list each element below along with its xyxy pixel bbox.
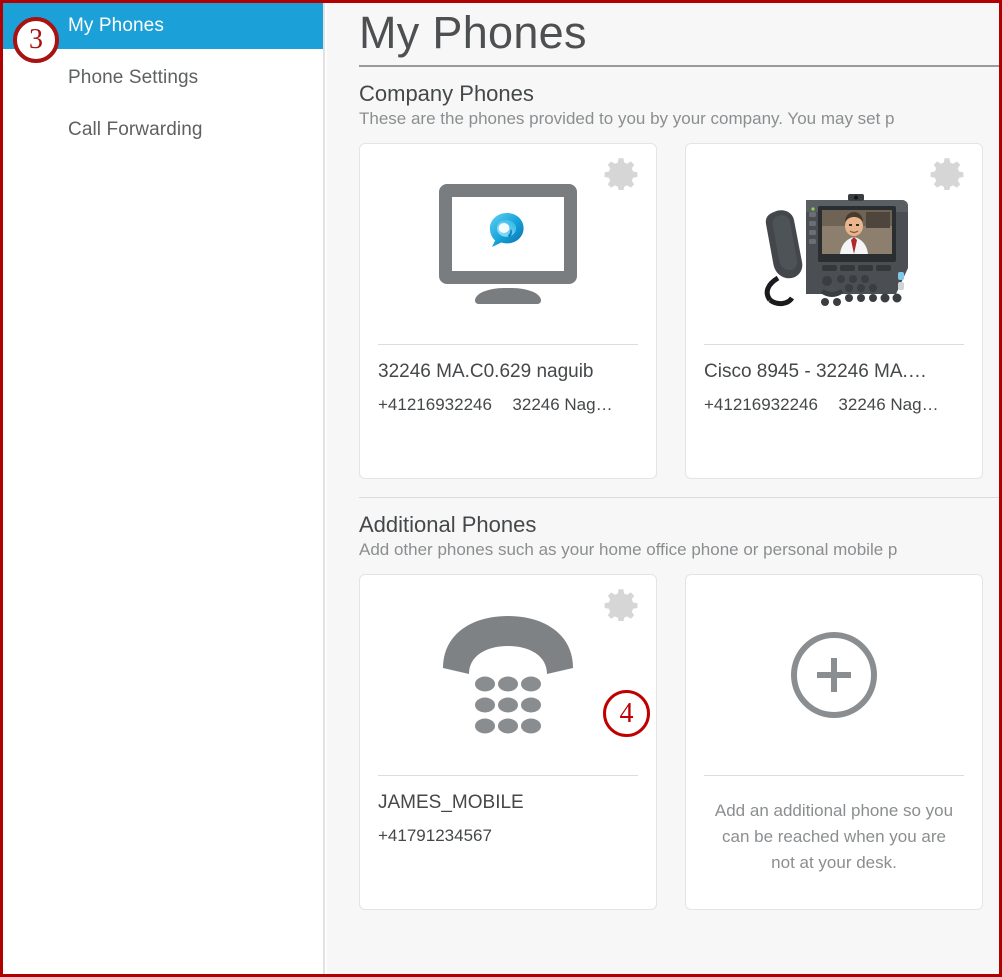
sidebar-item-call-forwarding[interactable]: Call Forwarding: [3, 107, 323, 153]
add-phone-card-text: Add an additional phone so you can be re…: [714, 800, 954, 873]
phone-card-softphone[interactable]: 32246 MA.C0.629 naguib +41216932246 3224…: [359, 142, 657, 479]
sidebar-item-phone-settings[interactable]: Phone Settings: [3, 55, 323, 101]
phone-number: +41216932246: [378, 394, 492, 414]
phone-extra: 32246 Nag…: [512, 394, 613, 414]
sidebar-item-label: Phone Settings: [68, 67, 199, 88]
card-divider: [378, 774, 638, 776]
gear-icon[interactable]: [930, 156, 964, 191]
main-content: My Phones Company Phones These are the p…: [327, 3, 999, 974]
app-window: My Phones Phone Settings Call Forwarding…: [0, 0, 1002, 977]
phone-card-subtitle: +41791234567: [378, 826, 638, 846]
card-divider: [378, 343, 638, 345]
phone-card-title: Cisco 8945 - 32246 MA.…: [704, 360, 927, 382]
card-divider: [704, 343, 964, 345]
sidebar-item-label: My Phones: [68, 15, 164, 36]
section-divider: [359, 496, 999, 498]
annotation-badge-3: 3: [13, 17, 59, 63]
additional-phones-card-row: JAMES_MOBILE +41791234567 Add an additio…: [359, 573, 999, 910]
jabber-logo-icon: [485, 209, 531, 255]
additional-phones-description: Add other phones such as your home offic…: [359, 539, 898, 559]
sidebar-item-label: Call Forwarding: [68, 119, 203, 140]
gear-icon[interactable]: [604, 156, 638, 191]
phone-card-cisco-8945[interactable]: Cisco 8945 - 32246 MA.… +41216932246 322…: [685, 142, 983, 479]
phone-card-subtitle: +41216932246 32246 Nag…: [378, 395, 638, 415]
company-phones-description: These are the phones provided to you by …: [359, 108, 895, 128]
add-phone-card[interactable]: Add an additional phone so you can be re…: [685, 573, 983, 910]
annotation-badge-4: 4: [603, 690, 650, 737]
phone-card-subtitle: +41216932246 32246 Nag…: [704, 395, 964, 415]
company-phones-heading: Company Phones: [359, 80, 534, 106]
plus-circle-icon[interactable]: [686, 575, 982, 775]
card-divider: [704, 774, 964, 776]
phone-card-title: JAMES_MOBILE: [378, 791, 524, 813]
phone-number: +41216932246: [704, 394, 818, 414]
phone-card-title: 32246 MA.C0.629 naguib: [378, 360, 594, 382]
phone-extra: 32246 Nag…: [838, 394, 939, 414]
sidebar-nav: My Phones Phone Settings Call Forwarding: [3, 3, 325, 974]
company-phones-card-row: 32246 MA.C0.629 naguib +41216932246 3224…: [359, 142, 999, 479]
additional-phones-heading: Additional Phones: [359, 511, 537, 537]
page-title: My Phones: [359, 7, 587, 58]
gear-icon[interactable]: [604, 587, 638, 622]
phone-card-james-mobile[interactable]: JAMES_MOBILE +41791234567: [359, 573, 657, 910]
phone-number: +41791234567: [378, 825, 492, 845]
title-divider: [359, 64, 999, 67]
